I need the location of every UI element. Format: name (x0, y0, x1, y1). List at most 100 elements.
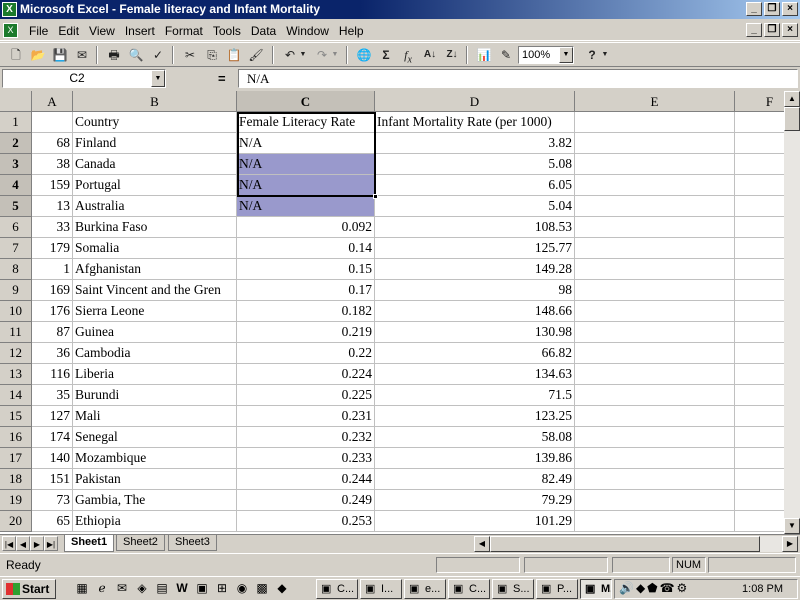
cell-b10[interactable]: Sierra Leone (73, 301, 237, 322)
cell-e15[interactable] (575, 406, 735, 427)
cell-a4[interactable]: 159 (32, 175, 73, 196)
menu-tools[interactable]: Tools (208, 23, 246, 39)
cell-e3[interactable] (575, 154, 735, 175)
formula-input[interactable]: N/A (238, 69, 798, 88)
cell-c14[interactable]: 0.225 (237, 385, 375, 406)
print-preview-icon[interactable]: 🔍 (126, 46, 146, 64)
cell-a5[interactable]: 13 (32, 196, 73, 217)
cell-b15[interactable]: Mali (73, 406, 237, 427)
cell-c3[interactable]: N/A (237, 154, 375, 175)
close-button[interactable]: × (782, 2, 798, 16)
cell-a20[interactable]: 65 (32, 511, 73, 532)
cell-e11[interactable] (575, 322, 735, 343)
cell-e1[interactable] (575, 112, 735, 133)
prev-sheet-icon[interactable]: ◀ (16, 536, 30, 551)
cell-b6[interactable]: Burkina Faso (73, 217, 237, 238)
cell-e10[interactable] (575, 301, 735, 322)
cell-f2[interactable] (735, 133, 784, 154)
horizontal-scroll-thumb[interactable] (490, 536, 760, 552)
row-header[interactable]: 17 (0, 448, 32, 469)
cell-c11[interactable]: 0.219 (237, 322, 375, 343)
scroll-down-icon[interactable]: ▼ (784, 518, 800, 534)
cell-b7[interactable]: Somalia (73, 238, 237, 259)
cell-b19[interactable]: Gambia, The (73, 490, 237, 511)
tray-icons[interactable]: 🔊◆⬟☎⚙ (619, 581, 689, 595)
autosum-icon[interactable]: Σ (376, 46, 396, 64)
cell-a16[interactable]: 174 (32, 427, 73, 448)
cell-f9[interactable] (735, 280, 784, 301)
chart-wizard-icon[interactable]: 📊 (474, 46, 494, 64)
cell-d15[interactable]: 123.25 (375, 406, 575, 427)
row-header[interactable]: 7 (0, 238, 32, 259)
cell-d12[interactable]: 66.82 (375, 343, 575, 364)
cell-b20[interactable]: Ethiopia (73, 511, 237, 532)
cell-d10[interactable]: 148.66 (375, 301, 575, 322)
cell-b17[interactable]: Mozambique (73, 448, 237, 469)
spelling-icon[interactable]: ✓ (148, 46, 168, 64)
task-button-5[interactable]: S... (492, 579, 534, 599)
cell-b18[interactable]: Pakistan (73, 469, 237, 490)
cell-c5[interactable]: N/A (237, 196, 375, 217)
cell-c16[interactable]: 0.232 (237, 427, 375, 448)
cell-c12[interactable]: 0.22 (237, 343, 375, 364)
menu-view[interactable]: View (84, 23, 120, 39)
cell-b2[interactable]: Finland (73, 133, 237, 154)
row-header[interactable]: 13 (0, 364, 32, 385)
column-header-f[interactable]: F (735, 91, 784, 112)
cell-c18[interactable]: 0.244 (237, 469, 375, 490)
cell-d16[interactable]: 58.08 (375, 427, 575, 448)
save-icon[interactable]: 💾 (50, 46, 70, 64)
cell-e8[interactable] (575, 259, 735, 280)
column-header-b[interactable]: B (73, 91, 237, 112)
cell-e5[interactable] (575, 196, 735, 217)
row-header[interactable]: 2 (0, 133, 32, 154)
cell-b9[interactable]: Saint Vincent and the Gren (73, 280, 237, 301)
browser-icon[interactable]: ℯ (94, 580, 110, 596)
cell-d13[interactable]: 134.63 (375, 364, 575, 385)
print-icon[interactable]: 🖶 (104, 46, 124, 64)
quick-launch-8-icon[interactable]: ⊞ (214, 580, 230, 596)
scroll-up-icon[interactable]: ▲ (784, 91, 800, 107)
row-header[interactable]: 5 (0, 196, 32, 217)
cell-a6[interactable]: 33 (32, 217, 73, 238)
chevron-down-icon[interactable]: ▼ (151, 70, 165, 87)
redo-dropdown-icon[interactable]: ▼ (330, 46, 340, 64)
function-icon[interactable]: fx (398, 46, 418, 65)
select-all-button[interactable] (0, 91, 32, 112)
row-header[interactable]: 11 (0, 322, 32, 343)
cell-f13[interactable] (735, 364, 784, 385)
cell-b13[interactable]: Liberia (73, 364, 237, 385)
row-header[interactable]: 10 (0, 301, 32, 322)
cell-b16[interactable]: Senegal (73, 427, 237, 448)
cell-a13[interactable]: 116 (32, 364, 73, 385)
cell-e12[interactable] (575, 343, 735, 364)
sheet-tab-sheet2[interactable]: Sheet2 (116, 535, 165, 551)
quick-launch-10-icon[interactable]: ▩ (254, 580, 270, 596)
quick-launch-5-icon[interactable]: ▤ (154, 580, 170, 596)
menu-edit[interactable]: Edit (53, 23, 84, 39)
cell-e19[interactable] (575, 490, 735, 511)
cell-c1[interactable]: Female Literacy Rate (237, 112, 375, 133)
cell-f8[interactable] (735, 259, 784, 280)
paste-icon[interactable]: 📋 (224, 46, 244, 64)
cell-f16[interactable] (735, 427, 784, 448)
sheet-tab-sheet3[interactable]: Sheet3 (168, 535, 217, 551)
cell-d4[interactable]: 6.05 (375, 175, 575, 196)
minimize-button[interactable]: _ (746, 2, 762, 16)
cell-c20[interactable]: 0.253 (237, 511, 375, 532)
cell-c15[interactable]: 0.231 (237, 406, 375, 427)
cell-b5[interactable]: Australia (73, 196, 237, 217)
cell-a7[interactable]: 179 (32, 238, 73, 259)
row-header[interactable]: 16 (0, 427, 32, 448)
row-header[interactable]: 19 (0, 490, 32, 511)
cell-a19[interactable]: 73 (32, 490, 73, 511)
first-sheet-icon[interactable]: |◀ (2, 536, 16, 551)
task-button-2[interactable]: I... (360, 579, 402, 599)
column-header-a[interactable]: A (32, 91, 73, 112)
open-icon[interactable]: 📂 (28, 46, 48, 64)
cell-e6[interactable] (575, 217, 735, 238)
cell-d5[interactable]: 5.04 (375, 196, 575, 217)
cell-f10[interactable] (735, 301, 784, 322)
copy-icon[interactable]: ⎘ (202, 46, 222, 64)
column-header-c[interactable]: C (237, 91, 375, 112)
